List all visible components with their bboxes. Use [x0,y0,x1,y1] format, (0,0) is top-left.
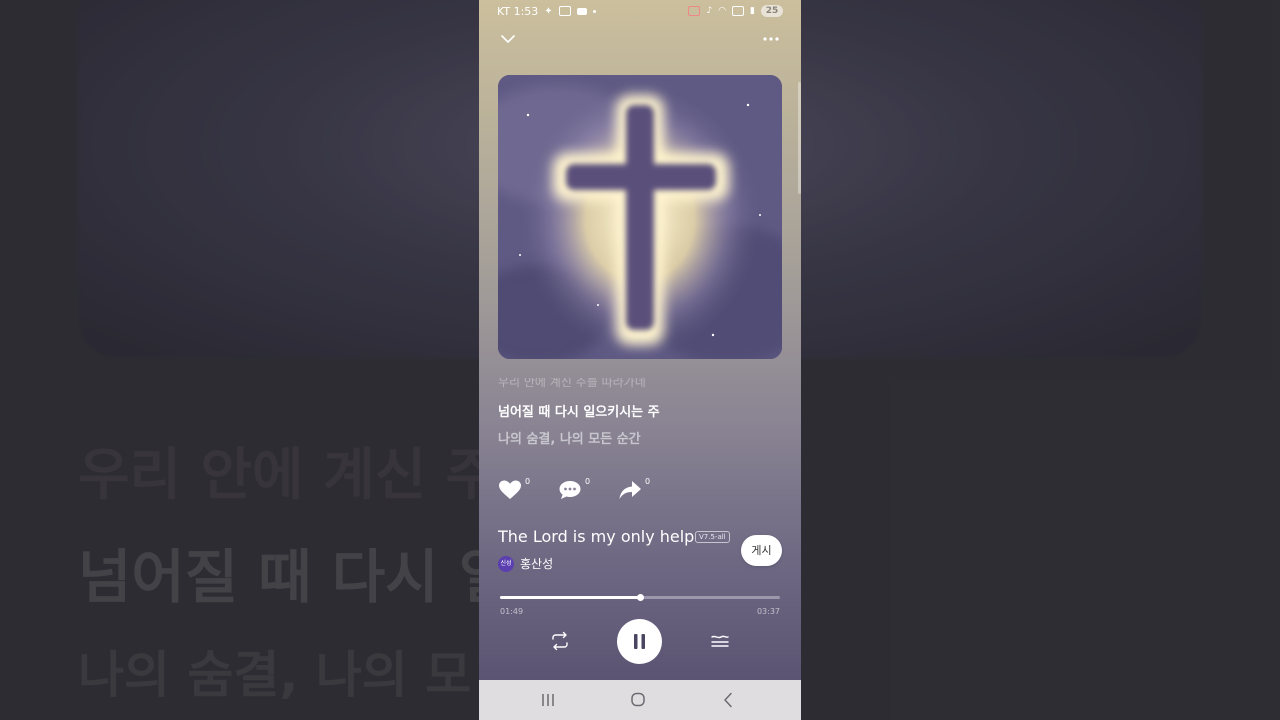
album-art [498,75,782,359]
artist-name[interactable]: 홍산성 [520,555,553,572]
mute-icon: ♪ [706,6,713,16]
action-row: 0 0 0 [498,477,656,505]
lyric-current-line[interactable]: 넘어질 때 다시 일으키시는 주 [498,401,660,420]
battery-indicator: 25 [761,5,783,17]
version-badge: V7.5-all [695,531,730,543]
lte-icon [732,6,745,16]
share-arrow-icon [619,481,641,499]
artist-avatar[interactable]: 신성 [498,555,514,572]
youtube-icon [576,7,587,15]
share-button[interactable]: 0 [618,477,656,505]
notification-dot-icon [592,9,596,13]
walking-icon: ✦ [544,5,553,17]
recent-apps-icon[interactable] [537,690,559,710]
carrier-time: KT 1:53 [497,4,539,18]
repeat-icon[interactable] [549,630,571,652]
collapse-chevron-icon[interactable] [499,30,517,48]
back-icon[interactable] [717,690,739,710]
artist-row[interactable]: 신성 홍산성 [498,555,553,572]
pause-icon [634,634,645,649]
progress-bar[interactable] [500,594,780,601]
wifi-icon: ◠ [718,6,727,16]
track-title: The Lord is my only help [498,527,695,546]
heart-icon [499,480,521,499]
status-bar: KT 1:53 ✦ ♪ ◠ ▮ 25 [479,0,801,22]
progress-fill [500,596,640,599]
status-left: KT 1:53 ✦ [497,5,596,18]
like-button[interactable]: 0 [498,477,536,505]
like-count: 0 [525,477,531,486]
glowing-cross-artwork [498,75,782,359]
time-total: 03:37 [756,607,780,616]
comment-count: 0 [585,477,591,486]
status-right: ♪ ◠ ▮ 25 [688,5,783,17]
app-notification-icon [688,6,701,16]
comment-icon [559,481,581,499]
time-elapsed: 01:49 [500,607,524,616]
lyric-next-line[interactable]: 나의 숨결, 나의 모든 순간 [498,428,641,447]
post-button[interactable]: 게시 [741,535,782,566]
share-count: 0 [645,477,651,486]
system-navigation-bar [479,680,801,720]
progress-knob[interactable] [637,594,644,601]
scroll-indicator[interactable] [798,82,801,194]
phone-screen: KT 1:53 ✦ ♪ ◠ ▮ 25 우리 안에 계신 주를 따라가네 넘어질 … [479,0,801,720]
signal-icon: ▮ [750,6,755,16]
player-top-bar [479,28,801,50]
cast-icon [558,6,571,16]
playback-controls [479,618,801,664]
comment-button[interactable]: 0 [558,477,596,505]
queue-list-icon[interactable] [709,630,731,652]
home-icon[interactable] [627,690,649,710]
pause-button[interactable] [617,619,662,664]
lyric-previous-line: 우리 안에 계신 주를 따라가네 [498,378,646,389]
more-options-icon[interactable] [761,30,781,48]
